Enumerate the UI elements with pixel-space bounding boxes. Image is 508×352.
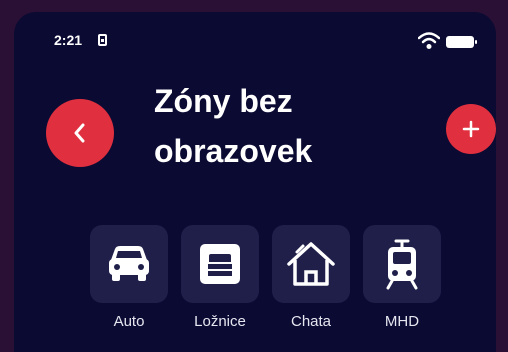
zone-tile <box>90 225 168 303</box>
zone-label: Auto <box>113 313 145 330</box>
status-time: 2:21 <box>54 32 83 48</box>
zone-mhd[interactable]: MHD <box>363 225 441 330</box>
back-button[interactable] <box>46 99 114 167</box>
app-screen: 2:21 Zóny bez obrazovek Auto Ložnice Cha… <box>14 12 496 352</box>
page-title: Zóny bez obrazovek <box>154 83 313 169</box>
zone-tile <box>272 225 350 303</box>
zone-list: Auto Ložnice Chata MHD <box>90 225 441 330</box>
car-icon <box>109 246 149 281</box>
bed-icon <box>200 244 240 284</box>
cottage-icon <box>287 242 335 286</box>
wifi-icon <box>418 32 440 49</box>
zone-label: Chata <box>290 313 332 330</box>
zone-label: Ložnice <box>194 313 246 330</box>
battery-icon <box>446 36 477 48</box>
tram-icon <box>386 239 418 290</box>
zone-label: MHD <box>384 313 420 330</box>
notification-icon <box>98 34 107 46</box>
add-zone-button[interactable] <box>446 104 496 154</box>
zone-tile <box>363 225 441 303</box>
zone-auto[interactable]: Auto <box>90 225 168 330</box>
plus-icon <box>462 120 480 138</box>
zone-chata[interactable]: Chata <box>272 225 350 330</box>
zone-tile <box>181 225 259 303</box>
zone-loznice[interactable]: Ložnice <box>181 225 259 330</box>
chevron-left-icon <box>74 123 85 143</box>
